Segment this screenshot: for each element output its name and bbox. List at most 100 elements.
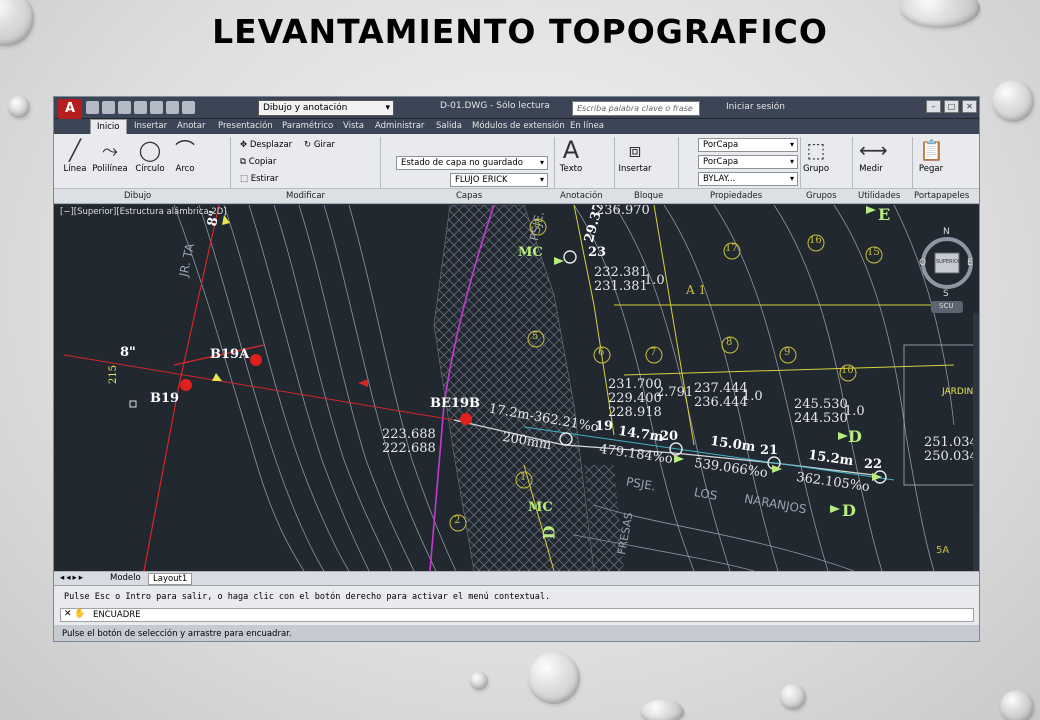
polyline-button[interactable]: ⤳ Polilínea <box>90 138 130 174</box>
compass-west[interactable]: O <box>919 258 926 268</box>
measure-label: Medir <box>859 164 883 174</box>
compass-north[interactable]: N <box>943 227 950 237</box>
save-as-icon[interactable] <box>134 101 147 114</box>
circle-label: Círculo <box>135 164 165 174</box>
paste-label: Pegar <box>918 164 944 174</box>
application-menu-button[interactable]: A <box>58 99 82 119</box>
tab-layout1[interactable]: Layout1 <box>148 573 193 585</box>
layer-dropdown[interactable]: FLUJO ERICK <box>450 173 548 187</box>
lineweight-dropdown[interactable]: BYLAY... <box>698 172 798 186</box>
workspace-selector[interactable]: Dibujo y anotación <box>258 100 394 116</box>
search-input[interactable]: Escriba palabra clave o frase <box>572 101 700 116</box>
elevation-label: 251.034 <box>924 435 978 450</box>
water-drop-decoration <box>470 672 488 690</box>
new-file-icon[interactable] <box>86 101 99 114</box>
lot-number: 7 <box>650 347 657 358</box>
panel-propiedades[interactable]: Propiedades <box>710 191 762 201</box>
compass-south[interactable]: S <box>943 289 949 299</box>
elevation-label: 223.688 <box>382 427 436 442</box>
tab-anotar[interactable]: Anotar <box>177 121 205 131</box>
panel-grupos[interactable]: Grupos <box>806 191 837 201</box>
drawing-viewport[interactable]: [−][Superior][Estructura alámbrica 2D] B… <box>54 205 979 571</box>
viewcube[interactable]: N S E O SUPERIOR SCU <box>917 215 977 315</box>
sign-in-link[interactable]: Iniciar sesión <box>726 102 785 112</box>
stretch-button[interactable]: ⬚ Estirar <box>240 174 278 184</box>
label-d: D <box>848 427 862 446</box>
save-icon[interactable] <box>118 101 131 114</box>
panel-anotacion[interactable]: Anotación <box>560 191 603 201</box>
command-history: Pulse Esc o Intro para salir, o haga cli… <box>64 592 551 602</box>
insert-button[interactable]: ⧈ Insertar <box>618 138 652 174</box>
restore-icon[interactable]: □ <box>944 100 959 113</box>
viewcube-top-face[interactable]: SUPERIOR <box>936 259 961 265</box>
window-controls: – □ ✕ <box>926 100 977 113</box>
panel-dibujo[interactable]: Dibujo <box>124 191 151 201</box>
manhole-marker[interactable] <box>460 413 472 425</box>
ribbon: ╱ Línea ⤳ Polilínea ◯ Círculo ⌒ Arco ✥ Despl… <box>54 134 979 204</box>
tab-en-linea[interactable]: En línea <box>570 121 604 131</box>
arc-icon: ⌒ <box>175 138 195 162</box>
paste-button[interactable]: 📋 Pegar <box>916 138 946 174</box>
layout-nav-arrows[interactable]: ◂◂▸▸ <box>60 573 85 583</box>
elevation-label: 228.918 <box>608 405 662 420</box>
close-icon[interactable]: ✕ <box>962 100 977 113</box>
label-node-19: 19 <box>595 419 614 434</box>
tab-vista[interactable]: Vista <box>343 121 364 131</box>
label-diameter: 8" <box>205 209 223 228</box>
water-drop-decoration <box>8 96 30 118</box>
tab-salida[interactable]: Salida <box>436 121 462 131</box>
measure-button[interactable]: ⟷ Medir <box>856 138 888 174</box>
tab-modelo[interactable]: Modelo <box>110 573 141 583</box>
panel-capas[interactable]: Capas <box>456 191 482 201</box>
copy-label: Copiar <box>248 157 277 167</box>
pipe-line <box>143 384 180 571</box>
insert-block-icon: ⧈ <box>628 138 642 162</box>
manhole-marker[interactable] <box>250 354 262 366</box>
color-dropdown[interactable]: PorCapa <box>698 138 798 152</box>
tab-inicio[interactable]: Inicio <box>90 119 127 134</box>
panel-portapapeles[interactable]: Portapapeles <box>914 191 969 201</box>
redo-icon[interactable] <box>182 101 195 114</box>
panel-modificar[interactable]: Modificar <box>286 191 325 201</box>
lot-number: 1 <box>520 472 527 483</box>
command-window: Pulse Esc o Intro para salir, o haga cli… <box>54 585 979 625</box>
circle-icon: ◯ <box>138 138 162 162</box>
minimize-icon[interactable]: – <box>926 100 941 113</box>
insertion-point <box>129 400 137 408</box>
copy-button[interactable]: ⧉ Copiar <box>240 157 276 167</box>
manhole-marker[interactable] <box>563 250 577 264</box>
plot-icon[interactable] <box>150 101 163 114</box>
tab-modulos[interactable]: Módulos de extensión <box>472 121 565 131</box>
circle-button[interactable]: ◯ Círculo <box>132 138 168 174</box>
water-drop-decoration <box>528 652 580 704</box>
compass-east[interactable]: E <box>967 258 973 268</box>
tab-administrar[interactable]: Administrar <box>375 121 424 131</box>
tab-presentacion[interactable]: Presentación <box>218 121 273 131</box>
undo-icon[interactable] <box>166 101 179 114</box>
manhole-marker[interactable] <box>180 379 192 391</box>
stretch-label: Estirar <box>250 174 279 184</box>
command-input[interactable]: ENCUADRE <box>60 608 974 622</box>
open-file-icon[interactable] <box>102 101 115 114</box>
water-drop-decoration <box>1000 690 1034 720</box>
panel-bloque[interactable]: Bloque <box>634 191 663 201</box>
elevation-label: 236.444 <box>694 395 748 410</box>
viewport-controls-label[interactable]: [−][Superior][Estructura alámbrica 2D] <box>60 207 227 217</box>
area-label: JARDIN <box>942 387 974 397</box>
text-button[interactable]: A Texto <box>558 138 584 174</box>
ucs-menu[interactable]: SCU <box>939 302 953 310</box>
vertical-scrollbar[interactable] <box>973 313 979 571</box>
command-close-icon[interactable]: ✕ ✋ <box>64 609 86 619</box>
arc-button[interactable]: ⌒ Arco <box>170 138 200 174</box>
move-button[interactable]: ✥ Desplazar <box>240 140 292 150</box>
rotate-button[interactable]: ↻ Girar <box>304 140 335 150</box>
tab-insertar[interactable]: Insertar <box>134 121 167 131</box>
line-button[interactable]: ╱ Línea <box>60 138 90 174</box>
tab-parametrico[interactable]: Paramétrico <box>282 121 333 131</box>
layer-state-dropdown[interactable]: Estado de capa no guardado <box>396 156 548 170</box>
move-label: Desplazar <box>249 140 293 150</box>
panel-utilidades[interactable]: Utilidades <box>858 191 900 201</box>
linetype-dropdown[interactable]: PorCapa <box>698 155 798 169</box>
group-button[interactable]: ⬚ Grupo <box>802 138 830 174</box>
elevation-label: 1.0 <box>742 389 763 404</box>
